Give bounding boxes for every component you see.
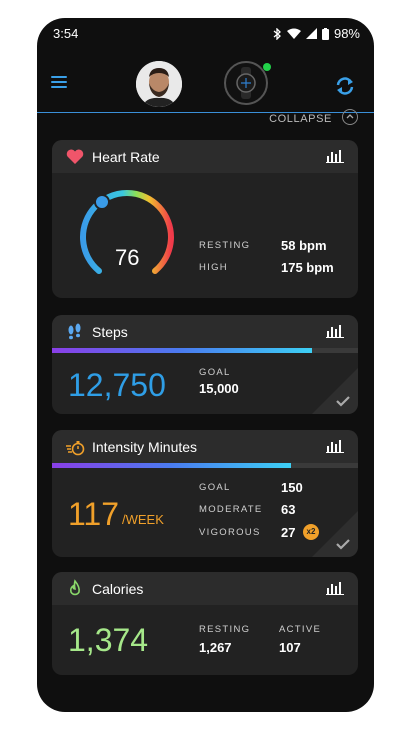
resting-label: RESTING	[199, 240, 251, 251]
intensity-minutes-card[interactable]: Intensity Minutes 117 /WEEK GOAL 150 MOD…	[52, 430, 358, 557]
intensity-goal-value: 150	[281, 480, 303, 495]
stopwatch-icon	[66, 441, 85, 456]
steps-card-header: Steps	[52, 315, 358, 348]
collapse-row: COLLAPSE	[37, 108, 374, 130]
calories-title: Calories	[92, 581, 144, 597]
steps-count: 12,750	[68, 367, 166, 403]
vigorous-value: 27	[281, 525, 296, 540]
bar-chart-icon[interactable]	[326, 581, 344, 595]
top-bar	[37, 48, 374, 113]
intensity-unit: /WEEK	[122, 512, 164, 527]
calories-resting-label: RESTING	[199, 624, 251, 635]
moderate-label: MODERATE	[199, 504, 263, 515]
bar-chart-icon[interactable]	[326, 324, 344, 338]
wifi-icon	[286, 28, 301, 39]
intensity-value: 117	[68, 496, 120, 532]
checkmark-icon	[312, 368, 358, 414]
resting-value: 58 bpm	[281, 238, 327, 253]
footprints-icon	[68, 323, 81, 340]
high-label: HIGH	[199, 262, 228, 273]
heart-icon	[66, 149, 84, 164]
bluetooth-icon	[273, 27, 281, 40]
battery-icon	[321, 27, 329, 40]
calories-active-value: 107	[279, 640, 301, 655]
steps-progress-bar	[52, 348, 312, 353]
status-bar: 3:54 98%	[37, 18, 374, 48]
intensity-progress-bar	[52, 463, 291, 468]
menu-icon[interactable]	[51, 76, 67, 91]
calories-active-label: ACTIVE	[279, 624, 322, 635]
flame-icon	[69, 579, 80, 596]
battery-percent: 98%	[333, 26, 360, 41]
bar-chart-icon[interactable]	[326, 149, 344, 163]
heart-rate-card[interactable]: Heart Rate 76 RESTING 58 bpm HIGH 175 bp…	[52, 140, 358, 298]
signal-icon	[305, 28, 317, 39]
steps-goal-value: 15,000	[199, 381, 239, 396]
collapse-label[interactable]: COLLAPSE	[269, 113, 332, 125]
heart-rate-title: Heart Rate	[92, 149, 160, 165]
moderate-value: 63	[281, 502, 296, 517]
intensity-card-header: Intensity Minutes	[52, 430, 358, 463]
intensity-goal-label: GOAL	[199, 482, 231, 493]
watch-icon[interactable]	[224, 61, 268, 105]
steps-card[interactable]: Steps 12,750 GOAL 15,000	[52, 315, 358, 414]
chevron-up-icon[interactable]	[342, 109, 358, 125]
heart-rate-marker	[94, 194, 110, 210]
calories-value: 1,374	[68, 622, 149, 658]
status-time: 3:54	[53, 26, 79, 41]
heart-rate-current: 76	[115, 245, 140, 270]
watch-connected-indicator	[263, 63, 271, 71]
bar-chart-icon[interactable]	[326, 439, 344, 453]
high-value: 175 bpm	[281, 260, 334, 275]
checkmark-icon	[312, 511, 358, 557]
vigorous-label: VIGOROUS	[199, 527, 261, 538]
steps-goal-label: GOAL	[199, 367, 231, 378]
sync-icon[interactable]	[334, 75, 356, 97]
intensity-title: Intensity Minutes	[92, 439, 198, 455]
phone-screen: 3:54 98% COLLAPSE Heart Rate 76 RESTING …	[37, 18, 374, 712]
steps-title: Steps	[92, 324, 128, 340]
avatar[interactable]	[136, 61, 182, 107]
calories-resting-value: 1,267	[199, 640, 232, 655]
calories-card-header: Calories	[52, 572, 358, 605]
calories-card[interactable]: Calories 1,374 RESTING 1,267 ACTIVE 107	[52, 572, 358, 675]
heart-rate-card-header: Heart Rate	[52, 140, 358, 173]
